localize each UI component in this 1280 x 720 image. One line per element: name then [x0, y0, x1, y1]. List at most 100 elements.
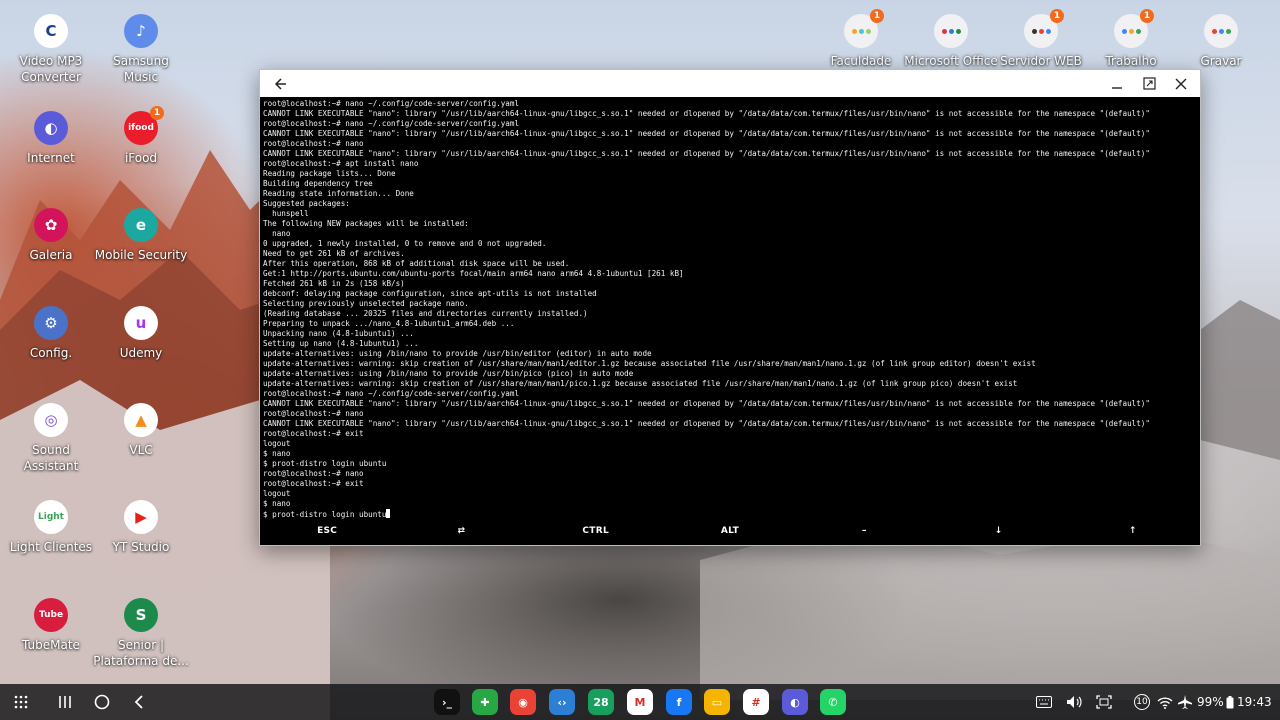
terminal-line-text: $ nano — [263, 449, 291, 458]
home-circle-icon[interactable] — [84, 684, 120, 720]
desktop-app-light-clientes[interactable]: Light Light Clientes — [6, 500, 96, 555]
app-label: Samsung Music — [113, 54, 169, 84]
chrome-dock-app[interactable]: ◉ — [510, 689, 536, 715]
desktop-app-sound-assistant[interactable]: ◎ Sound Assistant — [6, 403, 96, 474]
music-note-icon: ♪ — [124, 14, 158, 48]
termux-dock-app[interactable]: ›_ — [434, 689, 460, 715]
terminal-line: root@localhost:~# nano — [263, 469, 1198, 479]
code-icon: ‹› — [557, 695, 567, 709]
terminal-line: $ nano — [263, 499, 1198, 509]
slack-icon: # — [751, 695, 761, 709]
desktop-app-vlc-cone[interactable]: ▲ VLC — [96, 403, 186, 458]
app-label: YT Studio — [112, 540, 170, 554]
tab-key[interactable]: ⇄ — [394, 526, 528, 536]
desktop-gravar[interactable]: Gravar — [1176, 14, 1266, 69]
terminal-line-text: update-alternatives: using /bin/nano to … — [263, 349, 652, 358]
desktop-app-music-note[interactable]: ♪ Samsung Music — [96, 14, 186, 85]
files-dock-app[interactable]: ▭ — [704, 689, 730, 715]
terminal-line: Fetched 261 kB in 2s (158 kB/s) — [263, 279, 1198, 289]
minimize-icon[interactable] — [1102, 70, 1132, 97]
folder-label: Trabalho — [1105, 54, 1157, 68]
terminal-line-text: update-alternatives: warning: skip creat… — [263, 379, 1018, 388]
recent-apps-icon[interactable] — [47, 684, 83, 720]
terminal-line: root@localhost:~# nano — [263, 409, 1198, 419]
desktop-app-senior-platform[interactable]: S Senior | Plataforma de... — [93, 598, 189, 669]
notification-badge: 1 — [1050, 9, 1064, 23]
whatsapp-dock-app[interactable]: ✆ — [820, 689, 846, 715]
desktop-app-settings-gear[interactable]: ⚙ Config. — [6, 306, 96, 361]
terminal-line: CANNOT LINK EXECUTABLE "nano": library "… — [263, 399, 1198, 409]
terminal-line-text: logout — [263, 489, 291, 498]
alt-key[interactable]: ALT — [663, 526, 797, 536]
terminal-line: Suggested packages: — [263, 199, 1198, 209]
arrow-up-key[interactable]: ↑ — [1066, 526, 1200, 536]
internet-dock-app[interactable]: ◐ — [782, 689, 808, 715]
keyboard-icon[interactable] — [1036, 684, 1052, 720]
notification-count[interactable]: 10 — [1134, 684, 1150, 720]
yt-studio-icon: ▶ — [124, 500, 158, 534]
calendar-dock-app[interactable]: 28 — [588, 689, 614, 715]
desktop-app-gallery-flower[interactable]: ✿ Galeria — [6, 208, 96, 263]
terminal-line: update-alternatives: using /bin/nano to … — [263, 349, 1198, 359]
eset-security-icon: e — [124, 208, 158, 242]
maximize-icon[interactable] — [1134, 70, 1164, 97]
sheets-dock-app[interactable]: ✚ — [472, 689, 498, 715]
terminal-line: CANNOT LINK EXECUTABLE "nano": library "… — [263, 129, 1198, 139]
desktop-app-tubemate[interactable]: Tube TubeMate — [6, 598, 96, 653]
battery-percent: 99% — [1197, 695, 1224, 709]
arrow-down-key[interactable]: ↓ — [931, 526, 1065, 536]
desktop-folder-trabalho[interactable]: 1 Trabalho — [1086, 9, 1176, 69]
desktop-app-ifood[interactable]: ifood 1 iFood — [96, 106, 186, 166]
whatsapp-icon: ✆ — [828, 695, 838, 709]
terminal-line: update-alternatives: warning: skip creat… — [263, 379, 1198, 389]
calendar-icon: 28 — [593, 695, 609, 709]
folder-microsoft-office-icon — [934, 14, 968, 48]
app-label: TubeMate — [22, 638, 80, 652]
back-chevron-icon[interactable] — [121, 684, 157, 720]
close-icon[interactable] — [1166, 70, 1196, 97]
gallery-flower-icon: ✿ — [34, 208, 68, 242]
termux-window[interactable]: root@localhost:~# nano ~/.config/code-se… — [259, 69, 1201, 546]
files-icon: ▭ — [711, 695, 723, 709]
screen-capture-icon[interactable] — [1096, 684, 1112, 720]
back-arrow-icon[interactable] — [266, 70, 296, 97]
window-titlebar[interactable] — [260, 70, 1200, 97]
terminal-line: Need to get 261 kB of archives. — [263, 249, 1198, 259]
desktop-app-udemy[interactable]: u Udemy — [96, 306, 186, 361]
esc-key[interactable]: ESC — [260, 526, 394, 536]
terminal-line: After this operation, 868 kB of addition… — [263, 259, 1198, 269]
terminal-line-text: root@localhost:~# nano ~/.config/code-se… — [263, 389, 520, 398]
desktop-app-internet-browser[interactable]: ◐ Internet — [6, 111, 96, 166]
terminal-line: logout — [263, 439, 1198, 449]
code-dock-app[interactable]: ‹› — [549, 689, 575, 715]
facebook-dock-app[interactable]: f — [666, 689, 692, 715]
desktop-app-video-converter[interactable]: C Video MP3 Converter — [6, 14, 96, 85]
sound-assistant-icon: ◎ — [34, 403, 68, 437]
light-clientes-icon: Light — [34, 500, 68, 534]
terminal-line: root@localhost:~# exit — [263, 479, 1198, 489]
terminal-line-text: Building dependency tree — [263, 179, 373, 188]
ctrl-key[interactable]: CTRL — [529, 526, 663, 536]
desktop-folder-microsoft-office[interactable]: Microsoft Office — [904, 14, 998, 69]
desktop-folder-servidor-web[interactable]: 1 Servidor WEB — [996, 9, 1086, 69]
volume-icon[interactable] — [1066, 684, 1082, 720]
slack-dock-app[interactable]: # — [743, 689, 769, 715]
clock: 19:43 — [1237, 695, 1272, 709]
terminal-line-text: nano — [263, 229, 291, 238]
terminal-output[interactable]: root@localhost:~# nano ~/.config/code-se… — [262, 98, 1198, 522]
terminal-line-text: $ proot-distro login ubuntu — [263, 459, 387, 468]
terminal-line: Get:1 http://ports.ubuntu.com/ubuntu-por… — [263, 269, 1198, 279]
desktop-folder-faculdade[interactable]: 1 Faculdade — [816, 9, 906, 69]
terminal-line-text: root@localhost:~# nano — [263, 139, 364, 148]
terminal-line: Unpacking nano (4.8-1ubuntu1) ... — [263, 329, 1198, 339]
desktop-app-eset-security[interactable]: e Mobile Security — [95, 208, 187, 263]
app-drawer-grid-icon[interactable] — [3, 684, 39, 720]
gmail-dock-app[interactable]: M — [627, 689, 653, 715]
dash-key[interactable]: – — [797, 526, 931, 536]
folder-servidor-web-icon: 1 — [1024, 9, 1064, 48]
terminal-line: Reading state information... Done — [263, 189, 1198, 199]
gmail-icon: M — [634, 695, 646, 709]
desktop-app-yt-studio[interactable]: ▶ YT Studio — [96, 500, 186, 555]
facebook-icon: f — [676, 695, 682, 709]
app-label: VLC — [129, 443, 153, 457]
